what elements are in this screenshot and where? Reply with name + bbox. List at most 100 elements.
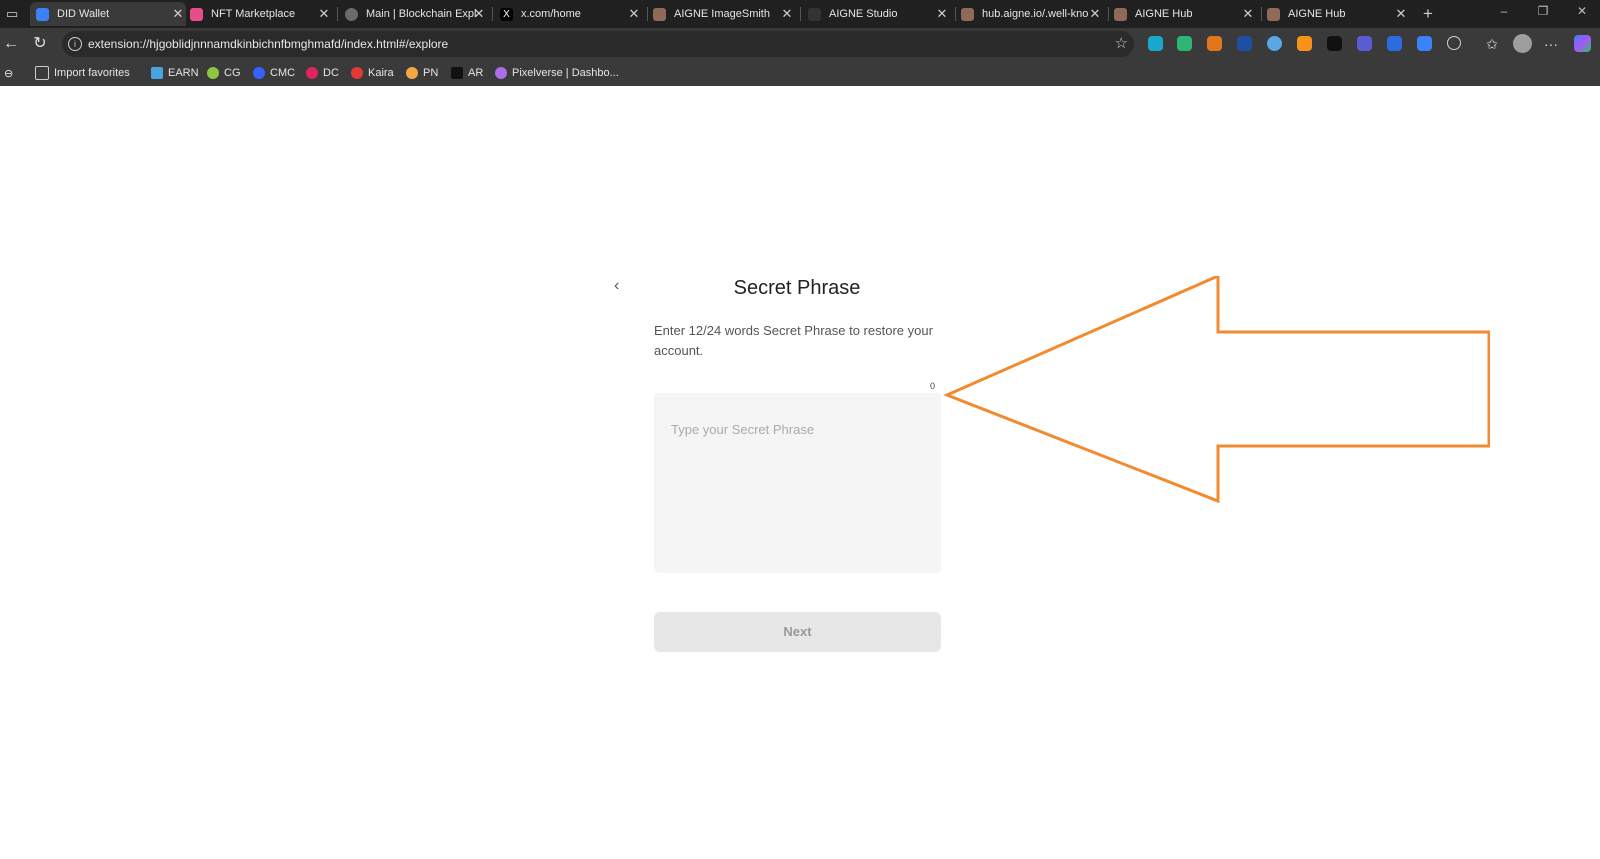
bookmark-label: AR [468,67,484,79]
tab-hub-well-known[interactable]: hub.aigne.io/.well-kno ✕ [961,2,1103,26]
favorites-icon[interactable]: ✩ [1482,34,1502,54]
address-bar[interactable]: i extension://hjgoblidjnnnamdkinbichnfbm… [62,31,1134,57]
extension-icon[interactable] [1327,36,1342,51]
ar-icon [451,67,463,79]
close-icon[interactable]: ✕ [316,6,332,22]
earn-icon [151,67,163,79]
page-title: Secret Phrase [733,277,861,299]
next-button[interactable]: Next [654,612,941,652]
tab-title: x.com/home [521,8,581,20]
reload-icon[interactable]: ↻ [30,34,50,54]
tab-title: DID Wallet [57,8,110,20]
metamask-icon[interactable] [1207,36,1222,51]
extension-icon[interactable] [1357,36,1372,51]
tab-actions-icon[interactable]: ▭ [6,6,18,22]
back-chevron-icon[interactable]: ‹ [614,277,619,295]
secret-phrase-placeholder: Type your Secret Phrase [671,422,815,437]
close-icon[interactable]: ✕ [170,6,186,22]
close-icon[interactable]: ✕ [1240,6,1256,22]
bookmark-dc[interactable]: DC [306,66,339,80]
site-info-icon[interactable]: i [68,37,82,51]
close-icon[interactable]: ✕ [934,6,950,22]
more-menu-icon[interactable]: ··· [1541,34,1561,54]
bookmark-label: CG [224,67,241,79]
aigne-favicon-icon [1267,7,1280,21]
bookmark-label: CMC [270,67,296,79]
bookmark-earn[interactable]: EARN [151,66,199,80]
aigne-favicon-icon [1114,7,1127,21]
tab-separator [647,7,648,21]
bookmarks-toggle-icon[interactable]: ⊖ [4,66,13,80]
restore-button[interactable]: ❐ [1533,4,1553,18]
tab-separator [800,7,801,21]
tab-title: AIGNE ImageSmith [674,8,770,20]
dc-icon [306,67,318,79]
tab-did-wallet[interactable]: DID Wallet ✕ [30,2,186,26]
pn-icon [406,67,418,79]
aigne-favicon-icon [653,7,666,21]
tab-title: AIGNE Studio [829,8,898,20]
tab-title: AIGNE Hub [1135,8,1193,20]
extension-icon[interactable] [1177,36,1192,51]
tab-title: Main | Blockchain Expl [366,8,477,20]
tab-nft-marketplace[interactable]: NFT Marketplace ✕ [190,2,332,26]
extension-icon[interactable] [1267,36,1282,51]
import-icon [35,66,49,80]
bookmark-label: PN [423,67,439,79]
x-logo-icon: X [500,7,513,21]
favorite-star-icon[interactable]: ☆ [1115,31,1128,57]
page-description: Enter 12/24 words Secret Phrase to resto… [654,323,933,358]
bookmark-label: Import favorites [54,67,130,79]
tab-title: NFT Marketplace [211,8,296,20]
arrow-outline [943,276,1490,504]
bookmark-pixelverse[interactable]: Pixelverse | Dashbo... [495,66,619,80]
tab-aigne-hub-2[interactable]: AIGNE Hub ✕ [1267,2,1409,26]
close-icon[interactable]: ✕ [779,6,795,22]
did-wallet-extension-icon[interactable] [1417,36,1432,51]
bookmark-import-favorites[interactable]: Import favorites [35,66,130,80]
did-wallet-favicon-icon [36,7,49,21]
bookmark-kaira[interactable]: Kaira [351,66,394,80]
close-icon[interactable]: ✕ [1393,6,1409,22]
minimize-button[interactable]: – [1494,4,1514,18]
tab-aigne-hub[interactable]: AIGNE Hub ✕ [1114,2,1256,26]
tab-aigne-imagesmith[interactable]: AIGNE ImageSmith ✕ [653,2,795,26]
bookmark-label: DC [323,67,339,79]
tab-separator [955,7,956,21]
extension-icon[interactable] [1148,36,1163,51]
copilot-icon[interactable] [1574,35,1591,52]
kaira-icon [351,67,363,79]
tab-title: AIGNE Hub [1288,8,1346,20]
aigne-studio-favicon-icon [808,7,821,21]
back-arrow-icon[interactable]: ← [1,34,21,54]
bookmark-label: Pixelverse | Dashbo... [512,67,619,79]
bookmarks-bar: ⊖ Import favorites EARN CG CMC DC Kaira … [0,60,1600,86]
bookmark-cmc[interactable]: CMC [253,66,295,80]
extension-icon[interactable] [1297,36,1312,51]
annotation-arrow-icon [943,276,1490,504]
tab-blockchain-explorer[interactable]: Main | Blockchain Expl ✕ [345,2,487,26]
tab-separator [337,7,338,21]
close-window-button[interactable]: ✕ [1572,4,1592,18]
new-tab-button[interactable]: + [1423,4,1433,24]
nft-marketplace-favicon-icon [190,7,203,21]
close-icon[interactable]: ✕ [471,6,487,22]
profile-avatar[interactable] [1513,34,1532,53]
secret-phrase-input[interactable]: Type your Secret Phrase [654,393,941,573]
pixelverse-icon [495,67,507,79]
bookmark-cg[interactable]: CG [207,66,241,80]
page-content: ‹ Secret Phrase Enter 12/24 words Secret… [0,86,1600,859]
url-text: extension://hjgoblidjnnnamdkinbichnfbmgh… [88,37,449,51]
close-icon[interactable]: ✕ [626,6,642,22]
extensions-puzzle-icon[interactable] [1447,36,1461,50]
bookmark-pn[interactable]: PN [406,66,438,80]
extension-icon[interactable] [1387,36,1402,51]
tab-x-home[interactable]: X x.com/home ✕ [500,2,642,26]
bookmark-ar[interactable]: AR [451,66,483,80]
close-icon[interactable]: ✕ [1087,6,1103,22]
extension-icon[interactable] [1237,36,1252,51]
aigne-favicon-icon [961,7,974,21]
tab-aigne-studio[interactable]: AIGNE Studio ✕ [808,2,950,26]
tab-title: hub.aigne.io/.well-kno [982,8,1089,20]
tab-separator [492,7,493,21]
